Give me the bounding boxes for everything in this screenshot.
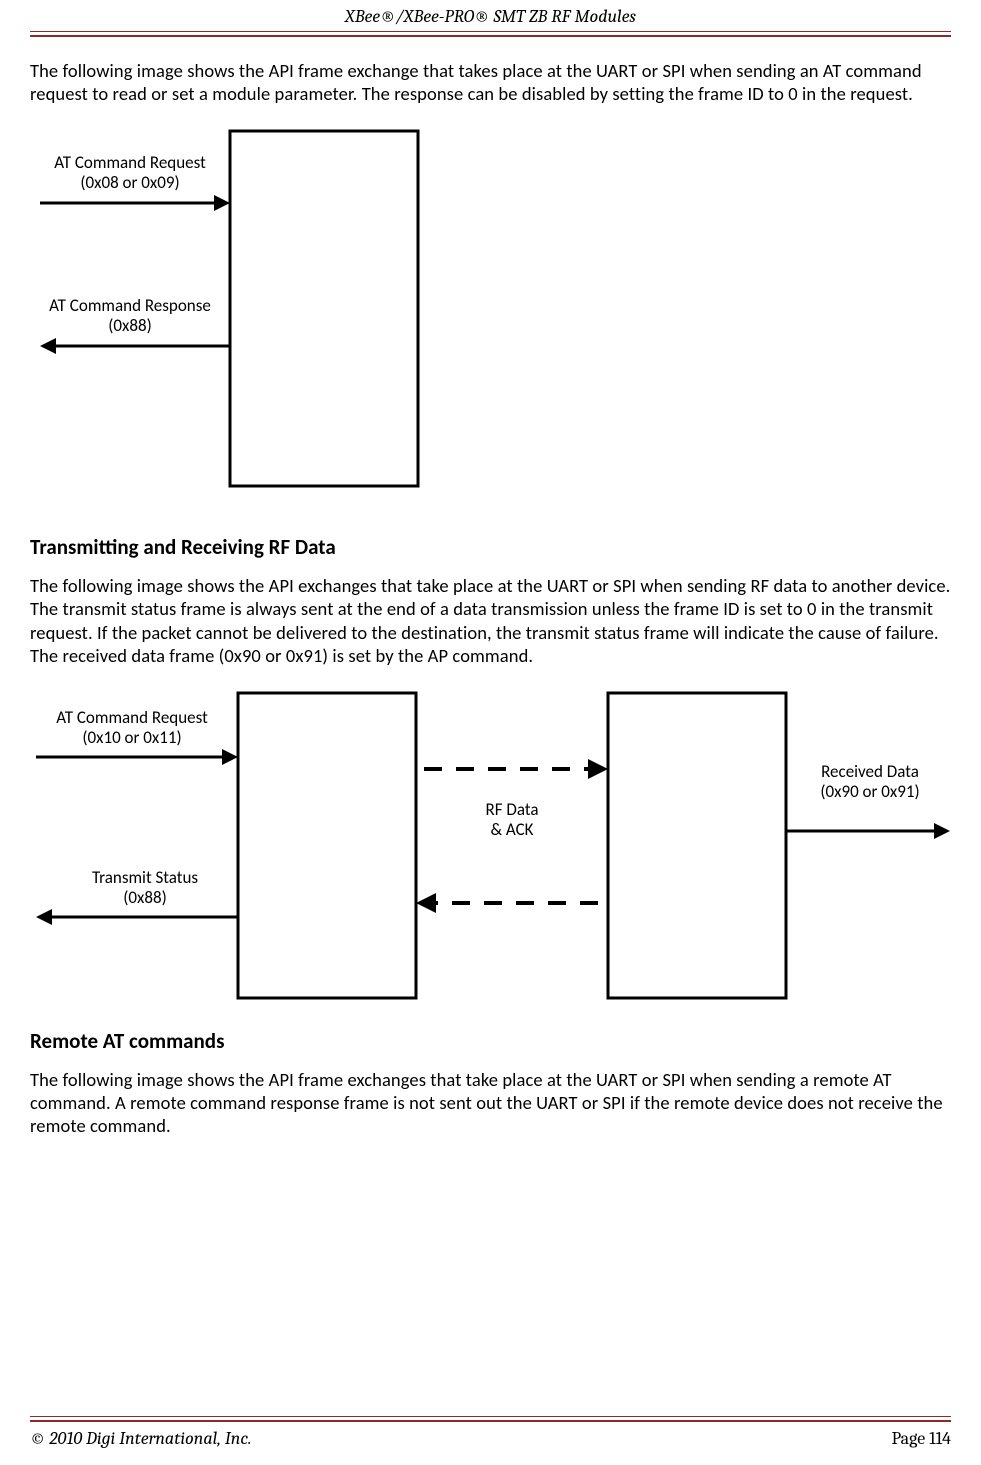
footer-copyright: © 2010 Digi International, Inc.	[30, 1428, 251, 1449]
page-header: XBee®/XBee-PRO® SMT ZB RF Modules	[30, 0, 951, 31]
intro-paragraph-1: The following image shows the API frame …	[30, 59, 951, 105]
d2-mid-l2: & ACK	[490, 819, 533, 840]
d2-rd-l2: (0x90 or 0x91)	[820, 781, 919, 802]
d2-ts-l2: (0x88)	[123, 887, 167, 908]
d2-req-l1: AT Command Request	[56, 707, 208, 728]
diagram-at-command: AT Command Request (0x08 or 0x09) AT Com…	[30, 123, 951, 498]
diagram-rf-data: AT Command Request (0x10 or 0x11) RF Dat…	[30, 685, 951, 1010]
d2-ts-l1: Transmit Status	[92, 867, 198, 888]
d2-rd-l1: Received Data	[821, 761, 919, 782]
header-rule	[30, 31, 951, 37]
heading-remote-at: Remote AT commands	[30, 1028, 951, 1054]
heading-transmit-receive: Transmitting and Receiving RF Data	[30, 534, 951, 560]
footer-rule	[30, 1416, 951, 1422]
footer-page-number: Page 114	[891, 1428, 951, 1449]
d1-req-l2: (0x08 or 0x09)	[80, 172, 179, 193]
page-footer: © 2010 Digi International, Inc. Page 114	[30, 1412, 951, 1449]
d1-resp-l2: (0x88)	[108, 315, 152, 336]
d2-req-l2: (0x10 or 0x11)	[82, 727, 181, 748]
d1-req-l1: AT Command Request	[54, 152, 206, 173]
d1-resp-l1: AT Command Response	[49, 295, 211, 316]
paragraph-transmit-receive: The following image shows the API exchan…	[30, 574, 951, 667]
d2-mid-l1: RF Data	[486, 799, 539, 820]
paragraph-remote-at: The following image shows the API frame …	[30, 1068, 951, 1137]
